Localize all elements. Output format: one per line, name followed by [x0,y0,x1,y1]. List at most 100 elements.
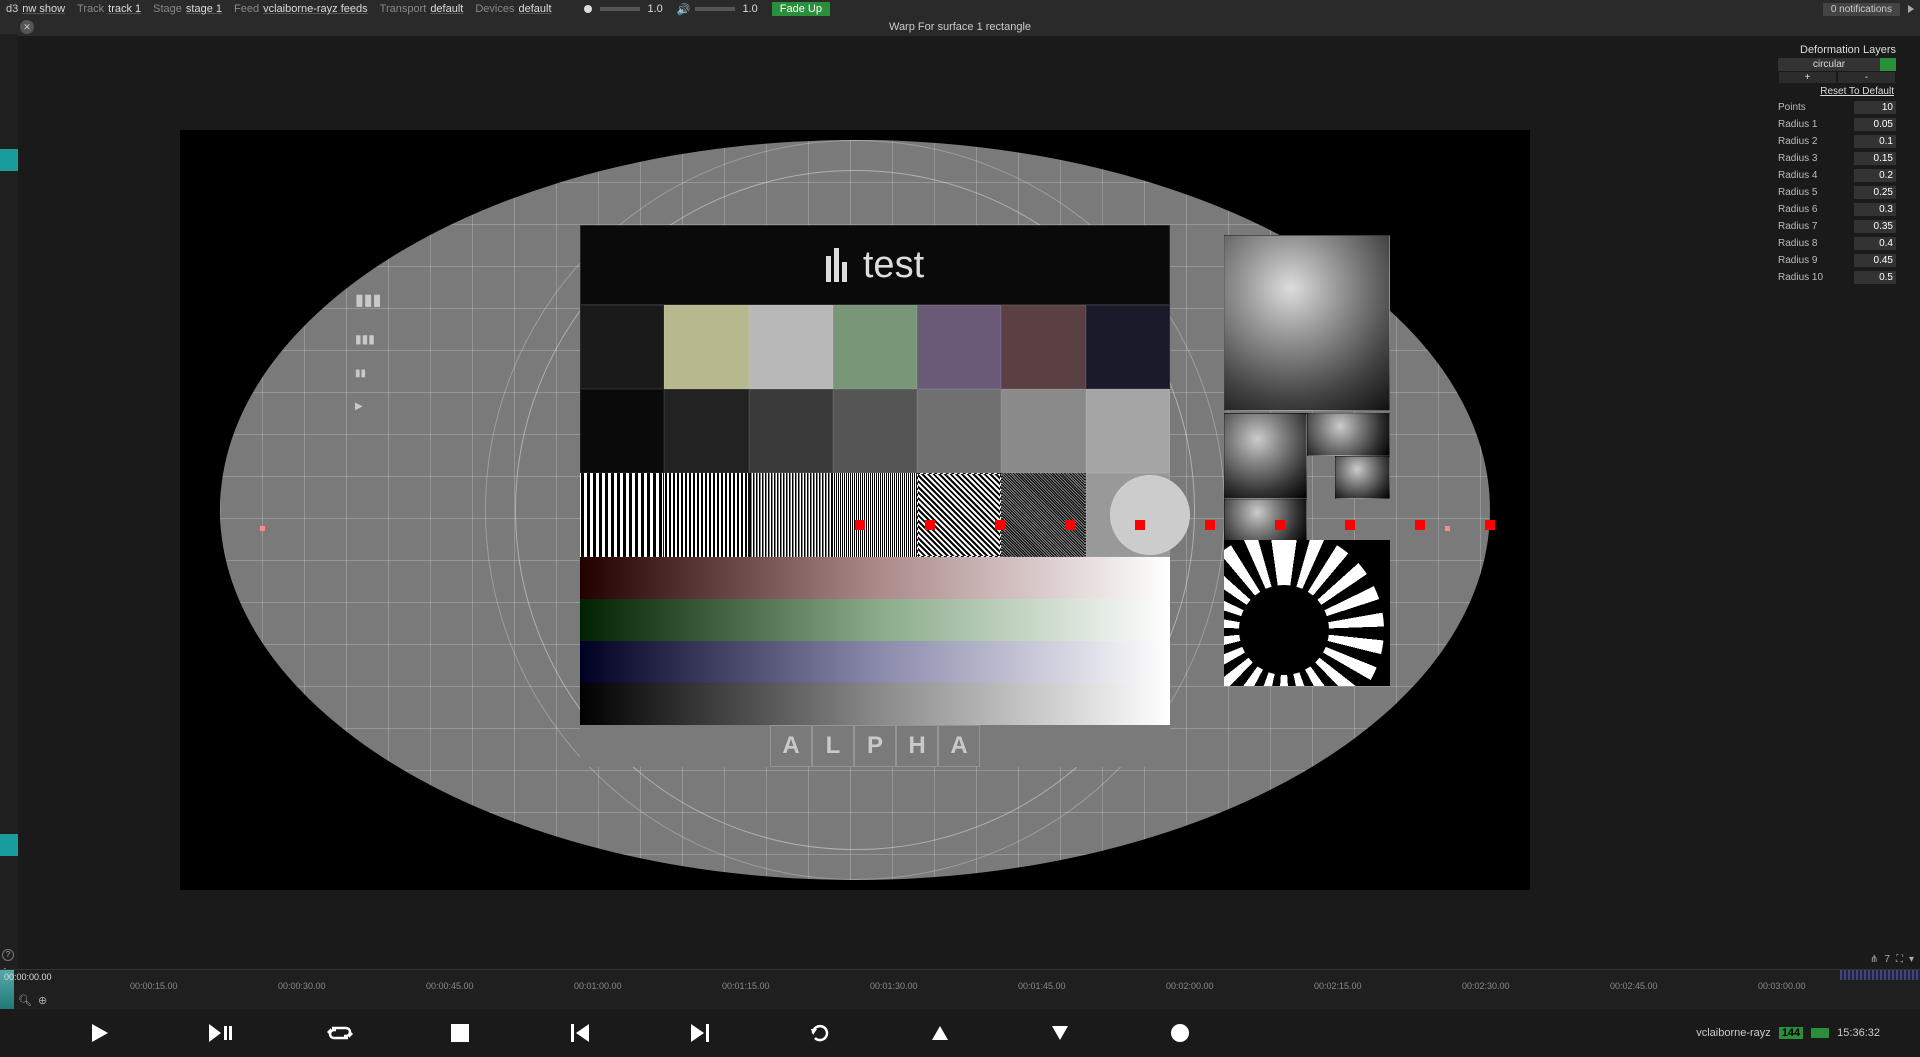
transport-value[interactable]: default [430,3,463,15]
warp-point[interactable] [995,520,1005,530]
timeline-mark: 00:03:00.00 [1758,981,1806,991]
deformation-property-row: Radius 80.4 [1778,235,1896,252]
gray-swatch [1001,389,1085,473]
show-name[interactable]: nw show [22,3,65,15]
timeline[interactable]: 00:00:00.00 00:00:15.0000:00:30.0000:00:… [0,969,1920,1009]
down-button[interactable] [1000,1024,1120,1042]
loop-button[interactable] [280,1022,400,1044]
feed-value[interactable]: vclaiborne-rayz feeds [263,3,368,15]
stop-button[interactable] [400,1024,520,1042]
timeline-mark: 00:00:30.00 [278,981,326,991]
property-value[interactable]: 0.45 [1854,254,1896,267]
stage-label: Stage [153,3,182,15]
close-icon[interactable]: ✕ [20,20,34,34]
stage-value[interactable]: stage 1 [186,3,222,15]
notifications-button[interactable]: 0 notifications [1823,3,1900,16]
property-value[interactable]: 0.1 [1854,135,1896,148]
deformation-layer-color[interactable] [1880,58,1896,71]
deformation-layer-name[interactable]: circular [1778,58,1880,71]
property-label: Radius 6 [1778,204,1817,215]
right-status-count: 7 [1884,954,1890,965]
sidebar-marker-2[interactable] [0,834,18,856]
property-label: Points [1778,102,1806,113]
play-small-icon: ▮▮ [355,368,381,379]
property-label: Radius 9 [1778,255,1817,266]
bars-small-icon: ▮▮▮ [355,332,381,346]
play-button[interactable] [40,1022,160,1044]
deformation-property-row: Radius 40.2 [1778,167,1896,184]
property-value[interactable]: 0.25 [1854,186,1896,199]
notifications-expand-icon[interactable] [1908,5,1914,13]
record-button[interactable] [1120,1023,1240,1043]
play-section-button[interactable] [160,1022,280,1044]
reset-to-default-button[interactable]: Reset To Default [1778,84,1896,99]
property-value[interactable]: 0.2 [1854,169,1896,182]
track-value[interactable]: track 1 [108,3,141,15]
gradient-blue [580,641,1170,683]
zoom-in-icon[interactable]: ⊕ [38,994,47,1007]
warp-marker-right[interactable] [1445,526,1450,531]
timeline-mark: 00:01:00.00 [574,981,622,991]
volume-slider[interactable] [695,7,735,11]
warp-point[interactable] [925,520,935,530]
warp-point[interactable] [1205,520,1215,530]
brightness-icon[interactable] [584,5,592,13]
brightness-value[interactable]: 1.0 [648,3,663,15]
deformation-property-row: Radius 9 0.45 [1778,252,1896,269]
resolution-circle [1110,475,1190,555]
brightness-slider[interactable] [600,7,640,11]
remove-layer-button[interactable]: - [1837,71,1896,84]
add-layer-button[interactable]: + [1778,71,1837,84]
color-swatch [1086,305,1170,389]
warp-point[interactable] [1415,520,1425,530]
warp-point[interactable] [1345,520,1355,530]
zoom-out-icon[interactable]: 🔍︎ [18,994,32,1007]
property-value[interactable]: 0.4 [1854,237,1896,250]
deformation-property-row: Radius 6 0.3 [1778,201,1896,218]
gray-swatch [664,389,748,473]
main-viewport[interactable]: ▮▮▮ ▮▮▮ ▮▮ ▶ test ALPHA [180,130,1530,890]
property-value[interactable]: 10 [1854,101,1896,114]
warp-point[interactable] [1275,520,1285,530]
up-button[interactable] [880,1024,1000,1042]
property-label: Radius 3 [1778,153,1817,164]
volume-icon[interactable]: 🔊 [677,3,691,16]
deformation-property-row: Radius 70.35 [1778,218,1896,235]
property-label: Radius 5 [1778,187,1817,198]
property-value[interactable]: 0.3 [1854,203,1896,216]
top-menu-bar: d3 nw show Track track 1 Stage stage 1 F… [0,0,1920,18]
warp-point[interactable] [1065,520,1075,530]
fullscreen-icon[interactable]: ⛶ [1896,954,1903,965]
warp-point[interactable] [1135,520,1145,530]
property-value[interactable]: 0.35 [1854,220,1896,233]
transport-bar: vclaiborne-rayz 144 15:36:32 [0,1009,1920,1057]
sidebar-marker-1[interactable] [0,149,18,171]
devices-value[interactable]: default [518,3,551,15]
timeline-mark: 00:02:15.00 [1314,981,1362,991]
gradient-red [580,557,1170,599]
fade-up-button[interactable]: Fade Up [772,2,830,16]
property-value[interactable]: 0.15 [1854,152,1896,165]
test-card-side-icons: ▮▮▮ ▮▮▮ ▮▮ ▶ [355,290,381,412]
volume-value[interactable]: 1.0 [743,3,758,15]
warp-control-points[interactable] [855,520,1495,530]
next-button[interactable] [640,1022,760,1044]
test-portrait-grid [1224,413,1390,499]
undo-button[interactable] [760,1022,880,1044]
warp-point[interactable] [1485,520,1495,530]
timeline-mark: 00:02:00.00 [1166,981,1214,991]
gradient-gray [580,683,1170,725]
feed-label: Feed [234,3,259,15]
gray-swatch [580,389,664,473]
chevron-down-icon[interactable]: ▾ [1909,954,1914,965]
property-value[interactable]: 0.5 [1854,271,1896,284]
help-icon[interactable]: ? [2,949,14,961]
left-sidebar [0,34,18,1009]
alpha-letter: A [938,725,980,767]
person-icon[interactable]: ⋔ [1870,954,1878,965]
warp-point[interactable] [855,520,865,530]
prev-button[interactable] [520,1022,640,1044]
property-value[interactable]: 0.05 [1854,118,1896,131]
devices-label: Devices [475,3,514,15]
warp-marker-left[interactable] [260,526,265,531]
